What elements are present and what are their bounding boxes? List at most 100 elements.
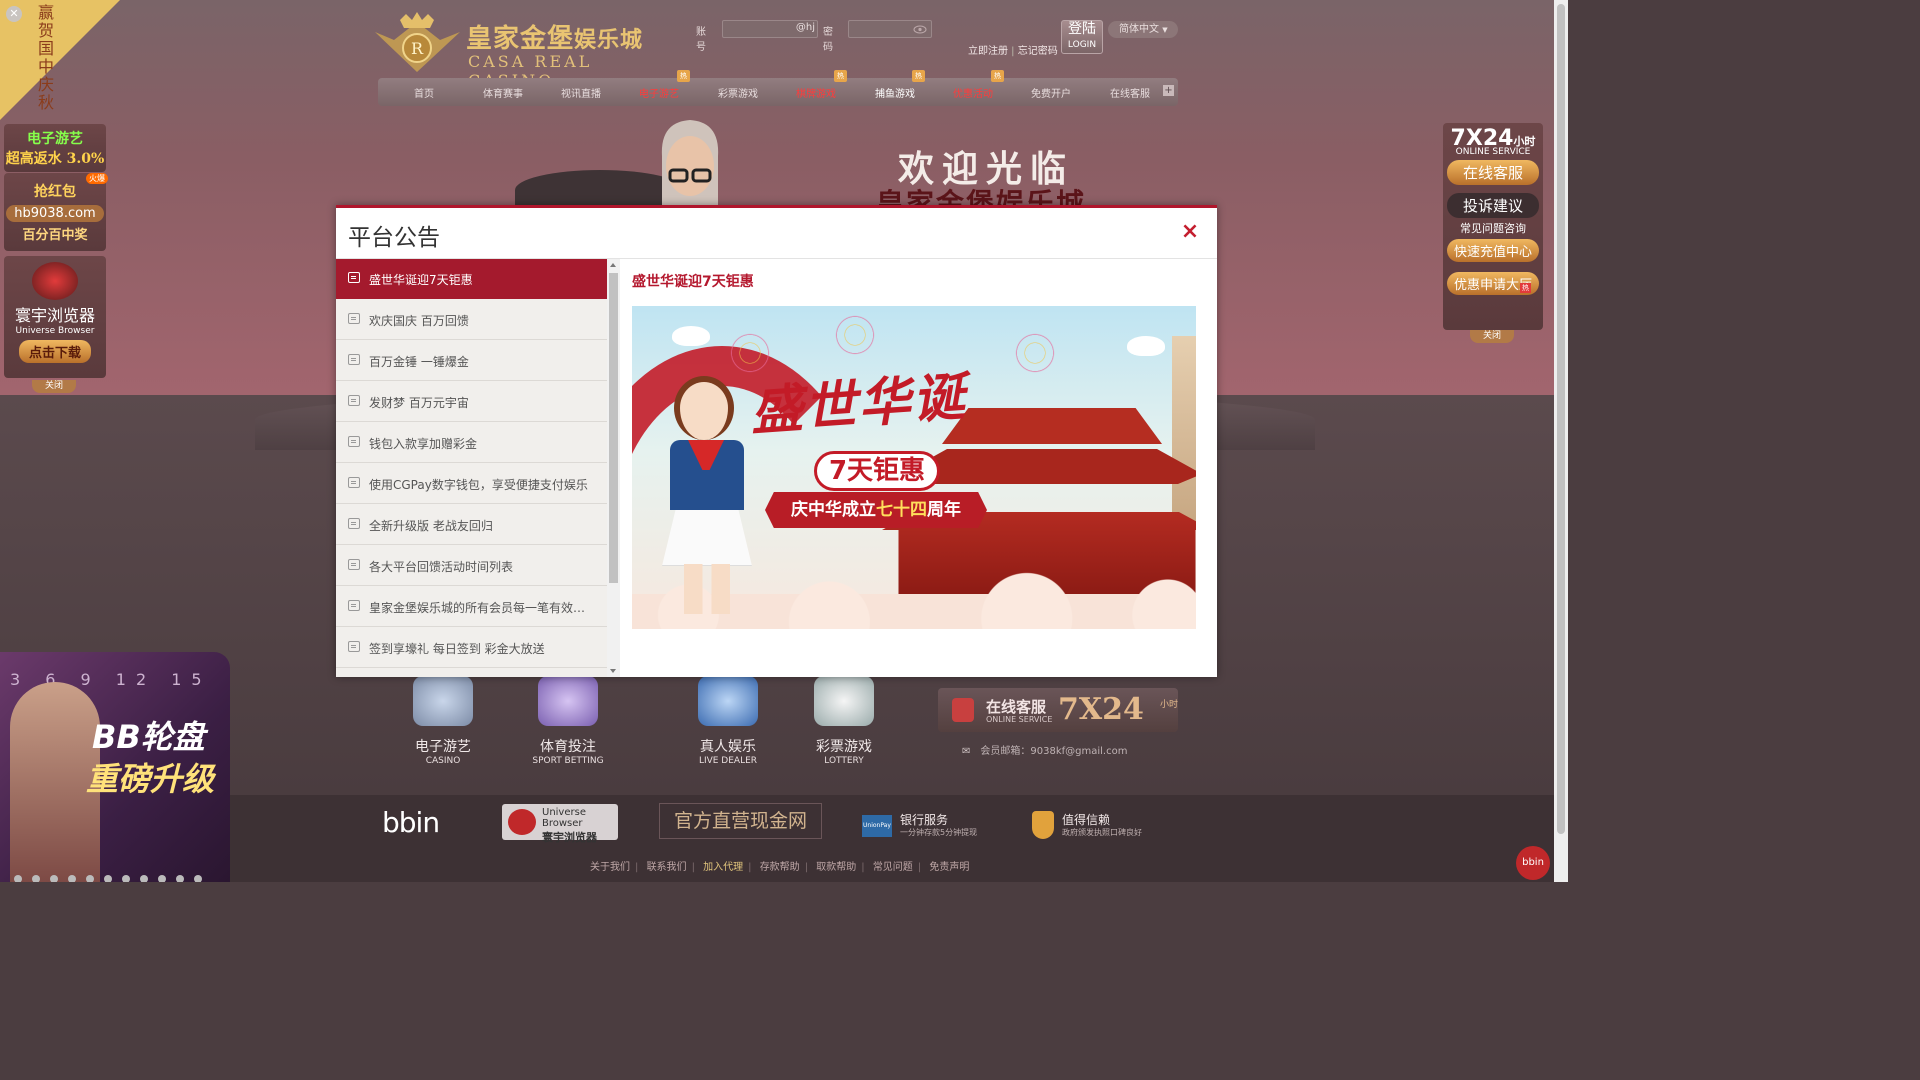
- footer-link[interactable]: 常见问题: [873, 862, 913, 873]
- modal-header: 平台公告 ×: [336, 208, 1217, 259]
- game-tile-lottery[interactable]: 彩票游戏 LOTTERY: [794, 676, 894, 776]
- close-icon[interactable]: ×: [1179, 221, 1201, 243]
- footer-link[interactable]: 加入代理: [703, 862, 743, 873]
- site-logo[interactable]: R 皇家金堡娱乐城 CASA REAL CASINO: [370, 12, 660, 90]
- service-hours: 7X24: [1058, 692, 1144, 727]
- document-icon: [348, 272, 360, 283]
- red-packet-card[interactable]: 抢红包 火爆 hb9038.com 百分百中奖: [4, 173, 108, 251]
- red-packet-sub: 百分百中奖: [22, 228, 88, 243]
- crown-logo-icon: R: [375, 12, 460, 72]
- scrollbar-thumb[interactable]: [609, 273, 618, 583]
- carousel-dots[interactable]: [14, 868, 212, 882]
- right-panel-close-button[interactable]: 关闭: [1470, 330, 1514, 343]
- dice-icon: [413, 676, 473, 726]
- list-item[interactable]: 欢庆国庆 百万回馈: [336, 300, 607, 340]
- recharge-button[interactable]: 快速充值中心: [1447, 239, 1539, 262]
- corner-ad-text: 赢贺国中庆秋: [38, 3, 55, 112]
- hot-badge: 火爆: [86, 173, 108, 184]
- ball-icon: [538, 676, 598, 726]
- service-en: ONLINE SERVICE: [1455, 147, 1531, 157]
- login-button[interactable]: 登陆 LOGIN: [1061, 20, 1103, 54]
- red-packet-title: 抢红包: [34, 184, 76, 200]
- hot-badge: 热: [912, 70, 925, 82]
- hot-badge: 热: [991, 70, 1004, 82]
- ad-line-2: 重磅升级: [86, 760, 215, 798]
- bbin-logo: bbin: [382, 806, 440, 839]
- nav-expand-icon[interactable]: +: [1163, 85, 1174, 96]
- footer-link[interactable]: 联系我们: [647, 862, 687, 873]
- girl-legs-image: [684, 564, 730, 614]
- close-icon[interactable]: ✕: [6, 6, 22, 22]
- list-item[interactable]: 全新升级版 老战友回归: [336, 505, 607, 545]
- universe-browser-badge[interactable]: Universe Browser 寰宇浏览器: [502, 804, 618, 844]
- complaint-button[interactable]: 投诉建议: [1447, 193, 1539, 218]
- list-item[interactable]: 各大平台回馈活动时间列表: [336, 546, 607, 586]
- nav-lottery[interactable]: 彩票游戏: [698, 85, 778, 100]
- password-input[interactable]: [848, 20, 932, 38]
- announcement-title: 盛世华诞迎7天钜惠: [632, 274, 754, 290]
- list-item[interactable]: 使用CGPay数字钱包，享受便捷支付娱乐: [336, 464, 607, 504]
- nav-sports[interactable]: 体育赛事: [463, 85, 543, 100]
- browser-download-card[interactable]: 寰宇浏览器 Universe Browser 点击下载: [4, 256, 106, 378]
- document-icon: [348, 518, 360, 529]
- language-select[interactable]: 简体中文 ▼: [1108, 21, 1178, 38]
- email-value[interactable]: 9038kf@gmail.com: [1030, 746, 1127, 757]
- register-links: 立即注册 | 忘记密码: [968, 46, 1058, 57]
- download-button[interactable]: 点击下载: [18, 340, 91, 363]
- game-tile-sports[interactable]: 体育投注 SPORT BETTING: [518, 676, 618, 776]
- dove-icon: [672, 326, 710, 346]
- page-scrollbar[interactable]: [1554, 0, 1568, 882]
- bb-roulette-ad[interactable]: 3 6 9 12 15 BB轮盘 重磅升级: [0, 652, 230, 882]
- slots-promo-card[interactable]: 电子游艺 超高返水 3.0%: [4, 124, 106, 172]
- game-tile-live[interactable]: 真人娱乐 LIVE DEALER: [678, 676, 778, 776]
- document-icon: [348, 477, 360, 488]
- account-input[interactable]: @hj: [722, 20, 818, 38]
- nav-live[interactable]: 视讯直播: [541, 85, 621, 100]
- girl-head-image: [674, 376, 734, 440]
- forgot-password-link[interactable]: 忘记密码: [1018, 46, 1058, 57]
- online-service-button[interactable]: 在线客服: [1447, 160, 1539, 185]
- nav-support[interactable]: 在线客服: [1090, 85, 1170, 100]
- document-icon: [348, 395, 360, 406]
- list-item[interactable]: 皇家金堡娱乐城的所有会员每一笔有效投注都可获得返水: [336, 587, 607, 627]
- register-link[interactable]: 立即注册: [968, 46, 1008, 57]
- slots-promo-title: 电子游艺: [27, 131, 83, 147]
- nav-slots[interactable]: 电子游艺: [619, 85, 699, 100]
- svg-text:R: R: [411, 39, 424, 58]
- faq-link[interactable]: 常见问题咨询: [1443, 220, 1543, 236]
- footer-link[interactable]: 免责声明: [929, 862, 969, 873]
- hot-badge: 热: [1520, 283, 1531, 293]
- list-item[interactable]: 钱包入款享加赠彩金: [336, 423, 607, 463]
- chat-icon[interactable]: bbin: [1516, 846, 1550, 880]
- scroll-up-icon[interactable]: [610, 263, 616, 267]
- list-item[interactable]: 盛世华诞迎7天钜惠: [336, 259, 607, 299]
- nav-home[interactable]: 首页: [384, 85, 464, 100]
- nav-register[interactable]: 免费开户: [1011, 85, 1091, 100]
- official-cash-badge: 官方直营现金网: [659, 803, 822, 839]
- girl-skirt-image: [662, 510, 752, 566]
- left-ads-close-button[interactable]: 关闭: [32, 380, 76, 393]
- online-service-banner[interactable]: 在线客服 ONLINE SERVICE 7X24 小时: [938, 688, 1178, 732]
- chevron-down-icon: ▼: [1162, 26, 1168, 34]
- right-service-panel: 7X24小时 ONLINE SERVICE 在线客服 投诉建议 常见问题咨询 快…: [1443, 123, 1543, 330]
- bank-title: 银行服务: [900, 813, 949, 827]
- footer-link[interactable]: 存款帮助: [760, 862, 800, 873]
- universe-browser-logo-icon: [508, 809, 536, 835]
- footer-link[interactable]: 关于我们: [590, 862, 630, 873]
- list-item[interactable]: 百万金锤 一锤爆金: [336, 341, 607, 381]
- logo-chinese: 皇家金堡娱乐城: [466, 24, 644, 54]
- list-scrollbar[interactable]: [607, 259, 620, 677]
- festival-corner-ad[interactable]: 赢贺国中庆秋 ✕: [0, 0, 120, 120]
- nav-fishing[interactable]: 捕鱼游戏: [855, 85, 935, 100]
- game-tile-casino[interactable]: 电子游艺 CASINO: [393, 676, 493, 776]
- bank-sub: 一分钟存款5分钟提现: [900, 828, 978, 837]
- scroll-down-icon[interactable]: [610, 669, 616, 673]
- eye-icon[interactable]: [913, 25, 927, 34]
- nav-promotions[interactable]: 优惠活动: [933, 85, 1013, 100]
- list-item[interactable]: 发财梦 百万元宇宙: [336, 382, 607, 422]
- list-item[interactable]: 签到享壕礼 每日签到 彩金大放送: [336, 628, 607, 668]
- footer-link[interactable]: 取款帮助: [816, 862, 856, 873]
- scrollbar-thumb[interactable]: [1557, 4, 1565, 834]
- nav-chess[interactable]: 棋牌游戏: [776, 85, 856, 100]
- document-icon: [348, 313, 360, 324]
